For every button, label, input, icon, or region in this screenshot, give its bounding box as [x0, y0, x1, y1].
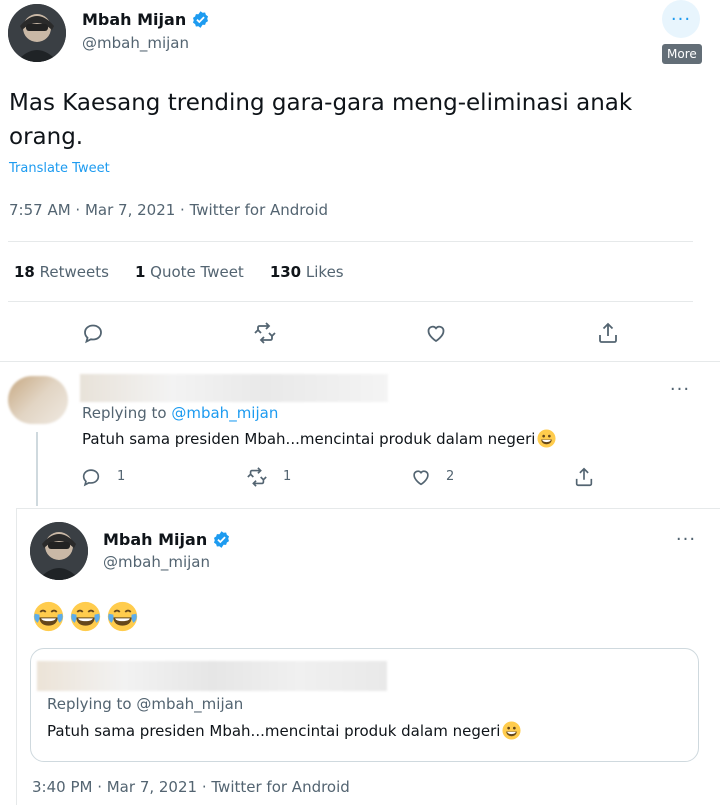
grinning-face-emoji: [537, 429, 556, 448]
face-with-tears-of-joy-emoji: [106, 600, 139, 633]
tweet-stats: 18 Retweets 1 Quote Tweet 130 Likes: [14, 263, 344, 281]
thread-line: [36, 432, 38, 506]
quoted-text-content: Patuh sama presiden Mbah...mencintai pro…: [47, 721, 501, 740]
more-tooltip: More: [662, 44, 702, 64]
blurred-username: [80, 374, 388, 402]
verified-icon: [191, 10, 210, 29]
emoji-text: [32, 600, 139, 633]
reply-text-content: Patuh sama presiden Mbah...mencintai pro…: [82, 429, 536, 448]
author-avatar[interactable]: [8, 4, 66, 62]
blurred-avatar: [8, 376, 68, 424]
divider: [8, 301, 693, 302]
author-name[interactable]: Mbah Mijan: [82, 10, 210, 29]
like-icon[interactable]: [410, 466, 432, 488]
quote-author-handle[interactable]: @mbah_mijan: [103, 553, 210, 571]
quote-author-name[interactable]: Mbah Mijan: [103, 530, 231, 549]
more-button[interactable]: ···: [662, 0, 700, 38]
quote-author-avatar[interactable]: [30, 522, 88, 580]
more-icon: ···: [670, 8, 692, 30]
quoted-text: Patuh sama presiden Mbah...mencintai pro…: [47, 721, 521, 740]
retweet-icon[interactable]: [253, 321, 277, 345]
likes-count: 130: [269, 263, 302, 281]
retweets-count: 18: [14, 263, 35, 281]
quote-more-button[interactable]: ···: [667, 520, 705, 558]
share-icon[interactable]: [573, 466, 595, 488]
quotes-stat[interactable]: 1 Quote Tweet: [135, 263, 244, 281]
divider: [0, 361, 720, 362]
quote-timestamp[interactable]: 3:40 PM · Mar 7, 2021 · Twitter for Andr…: [32, 778, 350, 796]
face-with-tears-of-joy-emoji: [32, 600, 65, 633]
retweets-stat[interactable]: 18 Retweets: [14, 263, 109, 281]
face-with-tears-of-joy-emoji: [69, 600, 102, 633]
retweets-label: Retweets: [39, 263, 109, 281]
blurred-quoted-header: [37, 661, 387, 691]
author-name-text[interactable]: Mbah Mijan: [82, 10, 186, 29]
reply-count: 1: [117, 469, 126, 484]
tweet-text-line1: Mas Kaesang trending gara-gara meng-elim…: [9, 90, 633, 116]
likes-label: Likes: [305, 263, 344, 281]
share-icon[interactable]: [596, 321, 620, 345]
quoted-tweet-card[interactable]: Replying to @mbah_mijan Patuh sama presi…: [30, 648, 699, 762]
reply-icon[interactable]: [81, 321, 105, 345]
more-icon: ···: [669, 378, 691, 400]
replying-handle-link[interactable]: @mbah_mijan: [171, 404, 278, 422]
tweet-text-line2: orang.: [9, 124, 84, 150]
reply-icon[interactable]: [80, 466, 102, 488]
replying-to: Replying to @mbah_mijan: [82, 404, 278, 422]
retweet-icon[interactable]: [246, 466, 268, 488]
quotes-count: 1: [134, 263, 146, 281]
grinning-face-emoji: [502, 721, 521, 740]
more-icon: ···: [675, 528, 697, 550]
author-handle[interactable]: @mbah_mijan: [82, 34, 189, 52]
likes-stat[interactable]: 130 Likes: [270, 263, 344, 281]
verified-icon: [212, 530, 231, 549]
like-icon[interactable]: [424, 321, 448, 345]
divider: [8, 241, 693, 242]
replying-prefix: Replying to: [82, 404, 167, 422]
quotes-label: Quote Tweet: [150, 263, 244, 281]
reply-text: Patuh sama presiden Mbah...mencintai pro…: [82, 429, 556, 448]
like-count: 2: [446, 469, 455, 484]
retweet-count: 1: [283, 469, 292, 484]
quoted-replying-to: Replying to @mbah_mijan: [47, 695, 244, 713]
translate-link[interactable]: Translate Tweet: [9, 161, 110, 176]
reply-more-button[interactable]: ···: [661, 370, 699, 408]
tweet-timestamp[interactable]: 7:57 AM · Mar 7, 2021 · Twitter for Andr…: [9, 201, 328, 219]
quote-author-name-text[interactable]: Mbah Mijan: [103, 530, 207, 549]
